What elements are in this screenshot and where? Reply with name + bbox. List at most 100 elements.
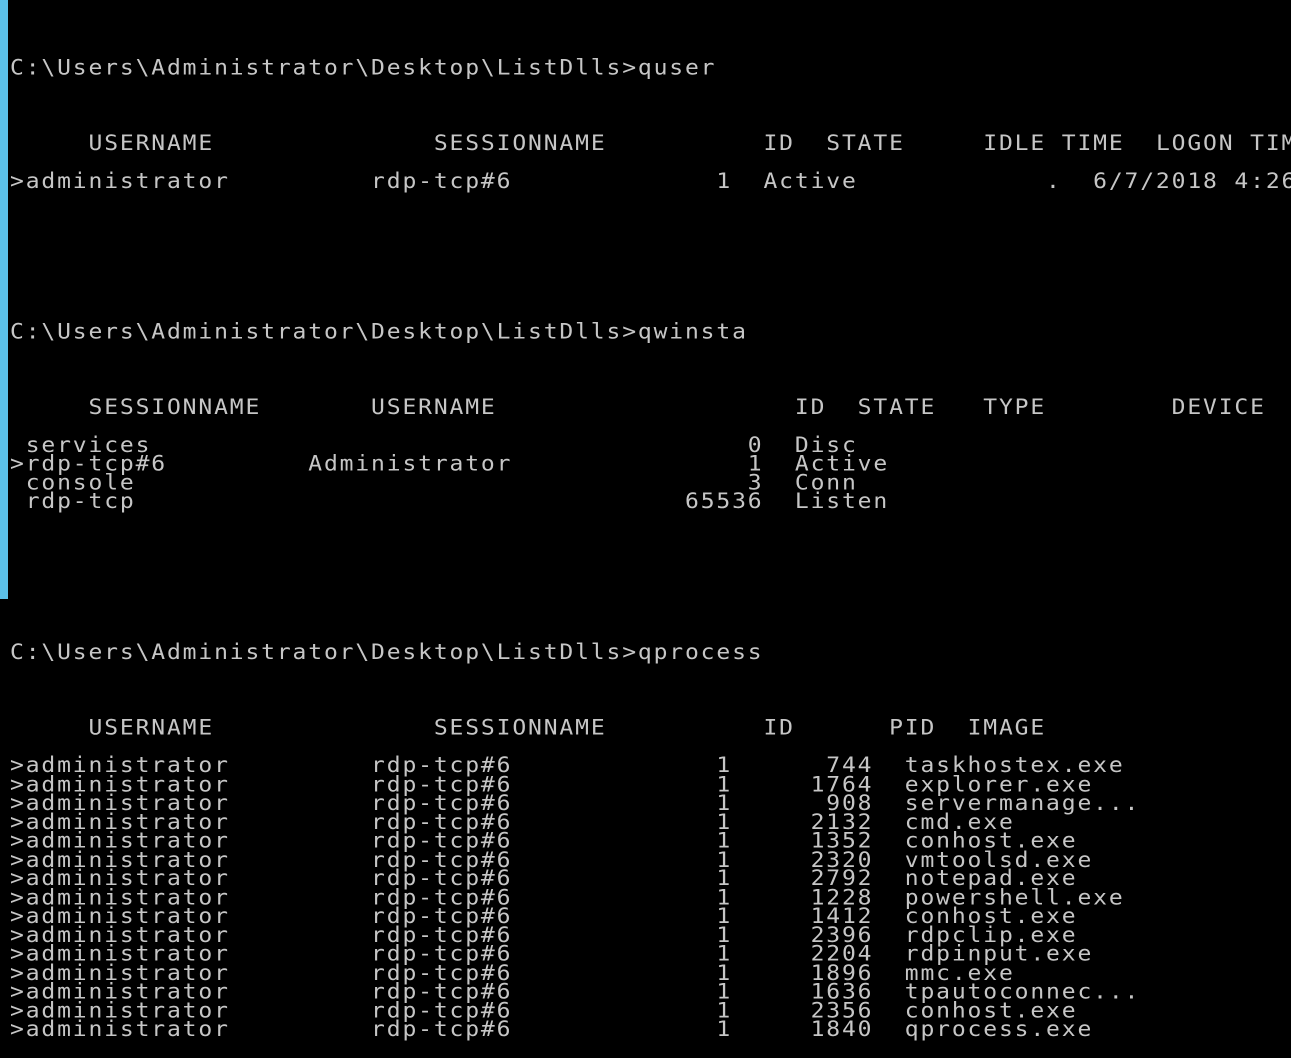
id-cell: 1 (669, 979, 733, 1004)
current-session-marker: > (10, 791, 26, 816)
col-idle-time-header: IDLE TIME (951, 131, 1125, 156)
command-prompt-qprocess: C:\Users\Administrator\Desktop\ListDlls>… (10, 640, 764, 665)
image-cell: servermanage... (873, 791, 1141, 816)
current-session-marker: > (10, 772, 26, 797)
image-cell: powershell.exe (873, 885, 1125, 910)
col-sessionname-header: SESSIONNAME (433, 131, 733, 156)
current-session-marker: > (10, 829, 26, 853)
image-cell: rdpinput.exe (873, 942, 1094, 967)
qprocess-row: >administrator rdp-tcp#6 1 2320 vmtoolsd… (10, 847, 1291, 872)
current-session-marker: > (10, 753, 26, 778)
current-session-marker (10, 492, 26, 511)
id-cell: 1 (669, 791, 733, 816)
sessionname-cell: rdp-tcp#6 (371, 885, 670, 910)
pid-cell: 2320 (732, 847, 874, 872)
pid-cell: 1352 (732, 829, 874, 853)
image-cell: taskhostex.exe (873, 753, 1125, 778)
sessionname-cell: rdp-tcp#6 (371, 923, 670, 948)
username-cell: administrator (25, 753, 372, 778)
qprocess-row: >administrator rdp-tcp#6 1 1412 conhost.… (10, 904, 1291, 929)
id-cell: 1 (669, 998, 733, 1023)
username-cell: administrator (25, 885, 372, 910)
window-left-edge (0, 0, 8, 599)
qprocess-header-row: USERNAME SESSIONNAME ID PID IMAGE (10, 700, 1291, 739)
sessionname-cell: rdp-tcp#6 (371, 847, 670, 872)
qprocess-row: >administrator rdp-tcp#6 1 1896 mmc.exe (10, 961, 1291, 986)
col-state-header: STATE (826, 395, 984, 420)
quser-header-row: USERNAME SESSIONNAME ID STATE IDLE TIME … (10, 115, 1291, 154)
current-session-marker: > (10, 847, 26, 872)
username-cell: administrator (25, 961, 372, 986)
username-cell: administrator (25, 847, 372, 872)
pid-cell: 1412 (732, 904, 874, 929)
username-cell: administrator (25, 772, 372, 797)
current-session-marker: > (10, 942, 26, 967)
image-cell: mmc.exe (873, 961, 1015, 986)
qprocess-row: >administrator rdp-tcp#6 1 2396 rdpclip.… (10, 923, 1291, 948)
qprocess-row: >administrator rdp-tcp#6 1 1636 tpautoco… (10, 979, 1291, 1004)
sessionname-cell: rdp-tcp#6 (371, 979, 670, 1004)
username-cell: administrator (25, 904, 372, 929)
sessionname-cell: rdp-tcp#6 (371, 961, 670, 986)
col-id-header: ID (732, 131, 795, 156)
sessionname-cell: rdp-tcp#6 (371, 791, 670, 816)
console-output[interactable]: C:\Users\Administrator\Desktop\ListDlls>… (10, 2, 1291, 1040)
quser-row: >administrator rdp-tcp#6 1 Active . 6/7/… (10, 168, 1291, 193)
current-session-marker: > (10, 168, 26, 193)
sessionname-cell: rdp-tcp#6 (371, 904, 670, 929)
qprocess-row: >administrator rdp-tcp#6 1 1840 qprocess… (10, 1017, 1291, 1042)
username-cell (308, 492, 685, 511)
qprocess-row: >administrator rdp-tcp#6 1 1228 powershe… (10, 885, 1291, 910)
col-pid-header: PID (794, 715, 937, 740)
sessionname-cell: rdp-tcp#6 (371, 810, 670, 835)
current-session-marker: > (10, 961, 26, 986)
qprocess-row: >administrator rdp-tcp#6 1 1764 explorer… (10, 772, 1291, 797)
state-cell: Listen (763, 489, 890, 514)
sessionname-cell: rdp-tcp#6 (371, 998, 670, 1023)
pid-cell: 1228 (732, 885, 874, 910)
id-cell: 1 (669, 961, 733, 986)
current-session-marker: > (10, 904, 26, 929)
username-cell: administrator (25, 942, 372, 967)
col-image-header: IMAGE (936, 715, 1047, 740)
username-cell: administrator (25, 923, 372, 948)
col-sessionname-header: SESSIONNAME (72, 395, 372, 420)
username-cell: administrator (25, 791, 372, 816)
id-cell: 1 (669, 753, 733, 778)
pid-cell: 1840 (732, 1017, 874, 1042)
pid-cell: 744 (732, 753, 874, 778)
qprocess-row: >administrator rdp-tcp#6 1 744 taskhoste… (10, 753, 1291, 778)
image-cell: conhost.exe (873, 829, 1078, 853)
pid-cell: 1896 (732, 961, 874, 986)
id-cell: 1 (669, 829, 733, 853)
col-type-header: TYPE (983, 395, 1172, 420)
qprocess-row: >administrator rdp-tcp#6 1 1352 conhost.… (10, 829, 1291, 853)
id-cell: 1 (669, 772, 733, 797)
id-cell: 65536 (685, 489, 764, 514)
qprocess-row: >administrator rdp-tcp#6 1 2132 cmd.exe (10, 810, 1291, 835)
image-cell: notepad.exe (873, 866, 1078, 891)
image-cell: qprocess.exe (873, 1017, 1094, 1042)
username-cell: administrator (25, 1017, 372, 1042)
current-session-marker: > (10, 998, 26, 1023)
idle-time-cell: . (889, 168, 1062, 193)
qprocess-row: >administrator rdp-tcp#6 1 908 serverman… (10, 791, 1291, 816)
col-logon-time-header: LOGON TIME (1155, 131, 1291, 156)
id-cell: 1 (669, 168, 733, 193)
logon-time-cell: 6/7/2018 4:26 PM (1093, 168, 1291, 193)
sessionname-cell: rdp-tcp (25, 489, 309, 514)
current-session-marker: > (10, 1017, 26, 1042)
pid-cell: 908 (732, 791, 874, 816)
id-cell: 1 (669, 942, 733, 967)
id-cell: 1 (669, 904, 733, 929)
username-cell: administrator (25, 168, 372, 193)
sessionname-cell: rdp-tcp#6 (371, 753, 670, 778)
state-cell: Active (732, 168, 890, 193)
pid-cell: 2396 (732, 923, 874, 948)
image-cell: explorer.exe (873, 772, 1094, 797)
username-cell: administrator (25, 979, 372, 1004)
pid-cell: 1764 (732, 772, 874, 797)
id-cell: 1 (669, 866, 733, 891)
sessionname-cell: rdp-tcp#6 (371, 829, 670, 853)
